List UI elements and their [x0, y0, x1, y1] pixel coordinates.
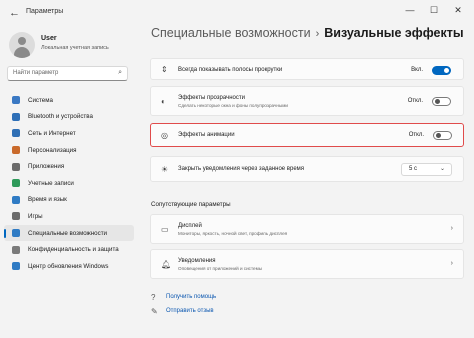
- related-settings-heading: Сопутствующие параметры: [151, 201, 231, 208]
- sidebar-item-label: Сеть и Интернет: [28, 129, 76, 137]
- shield-icon: [12, 245, 20, 254]
- related-notifications-subtitle: Оповещения от приложений и системы: [178, 266, 263, 271]
- setting-transparency-subtitle: Сделать некоторые окна и фоны полупрозра…: [178, 103, 288, 108]
- bell-icon: 🔔︎: [161, 260, 172, 269]
- setting-notifications-timeout: ☀ Закрыть уведомления через заданное вре…: [150, 156, 464, 182]
- accessibility-icon: [12, 229, 20, 238]
- sidebar-item-label: Приложения: [28, 163, 65, 171]
- sidebar-item[interactable]: Конфиденциальность и защита: [4, 241, 134, 258]
- monitor-icon: [12, 96, 20, 105]
- setting-animation-title: Эффекты анимации: [178, 132, 235, 138]
- scrollbar-icon: ⇕: [161, 65, 168, 74]
- setting-notifications-timeout-title: Закрыть уведомления через заданное время: [178, 166, 305, 172]
- avatar-head-shape: [18, 37, 26, 45]
- help-link-row[interactable]: ? Получить помощь: [151, 292, 216, 302]
- setting-animation: ◎ Эффекты анимации Откл.: [150, 123, 464, 147]
- breadcrumb-separator: ›: [315, 28, 320, 40]
- brush-icon: [12, 146, 20, 155]
- sidebar-item[interactable]: Время и язык: [4, 192, 134, 209]
- notifications-timeout-select[interactable]: 5 с ⌄: [401, 163, 452, 176]
- scrollbars-toggle[interactable]: [432, 66, 451, 75]
- animation-icon: ◎: [161, 131, 168, 140]
- sidebar-item-label: Система: [28, 96, 53, 104]
- gamepad-icon: [12, 212, 20, 221]
- apps-icon: [12, 162, 20, 171]
- close-button[interactable]: ✕: [448, 5, 468, 16]
- back-arrow-icon[interactable]: ←: [9, 7, 20, 19]
- sidebar-item[interactable]: Приложения: [4, 158, 134, 175]
- animation-toggle[interactable]: [433, 131, 452, 140]
- search-icon[interactable]: ⌕: [118, 69, 122, 77]
- sidebar: User Локальная учетная запись Найти пара…: [0, 26, 138, 338]
- sidebar-item-label: Время и язык: [28, 196, 67, 204]
- chevron-right-icon: ›: [450, 225, 453, 232]
- person-icon: [12, 179, 20, 188]
- sidebar-item[interactable]: Центр обновления Windows: [4, 258, 134, 275]
- setting-transparency-state: Откл.: [407, 98, 423, 104]
- help-icon: ?: [151, 292, 156, 302]
- update-icon: [12, 262, 20, 271]
- search-placeholder: Найти параметр: [13, 70, 59, 76]
- sidebar-item[interactable]: Bluetooth и устройства: [4, 109, 134, 126]
- sidebar-item-label: Учетные записи: [28, 179, 74, 187]
- avatar-body-shape: [14, 47, 30, 58]
- setting-transparency: ◐ Эффекты прозрачности Сделать некоторые…: [150, 86, 464, 116]
- notifications-timeout-value: 5 с: [409, 166, 418, 172]
- breadcrumb-parent[interactable]: Специальные возможности: [151, 26, 311, 40]
- sidebar-item-label: Специальные возможности: [28, 229, 107, 237]
- setting-scrollbars-title: Всегда показывать полосы прокрутки: [178, 67, 283, 73]
- sidebar-item-label: Bluetooth и устройства: [28, 113, 93, 121]
- minimize-button[interactable]: —: [400, 5, 420, 15]
- sidebar-item[interactable]: Система: [4, 92, 134, 109]
- transparency-icon: ◐: [161, 97, 166, 106]
- page-title: Визуальные эффекты: [324, 26, 464, 40]
- chevron-right-icon: ›: [450, 260, 453, 267]
- display-icon: ▭: [161, 225, 169, 234]
- maximize-button[interactable]: ☐: [424, 5, 444, 16]
- transparency-toggle[interactable]: [432, 97, 451, 106]
- feedback-link-row[interactable]: ✎ Отправить отзыв: [151, 306, 214, 316]
- related-display-title: Дисплей: [178, 223, 202, 229]
- related-notifications[interactable]: 🔔︎ Уведомления Оповещения от приложений …: [150, 249, 464, 279]
- sidebar-item[interactable]: Специальные возможности: [4, 224, 134, 242]
- window-title: Параметры: [26, 8, 64, 15]
- sidebar-item-label: Конфиденциальность и защита: [28, 246, 119, 254]
- sidebar-item[interactable]: Персонализация: [4, 142, 134, 159]
- setting-transparency-title: Эффекты прозрачности: [178, 95, 245, 101]
- setting-scrollbars-state: Вкл.: [411, 67, 423, 73]
- search-input[interactable]: Найти параметр ⌕: [7, 66, 128, 81]
- setting-scrollbars: ⇕ Всегда показывать полосы прокрутки Вкл…: [150, 58, 464, 80]
- sidebar-nav: Система Bluetooth и устройства Сеть и Инте…: [4, 92, 134, 275]
- avatar[interactable]: [9, 32, 35, 58]
- setting-animation-state: Откл.: [408, 132, 424, 138]
- sidebar-item[interactable]: Игры: [4, 208, 134, 225]
- sidebar-item-label: Персонализация: [28, 146, 77, 154]
- user-name: User: [41, 35, 57, 42]
- breadcrumb: Специальные возможности › Визуальные эффек…: [151, 26, 464, 40]
- title-bar: ← Параметры — ☐ ✕: [0, 0, 474, 26]
- sidebar-item[interactable]: Сеть и Интернет: [4, 125, 134, 142]
- help-link[interactable]: Получить помощь: [166, 294, 216, 300]
- related-display[interactable]: ▭ Дисплей Мониторы, яркость, ночной свет…: [150, 214, 464, 244]
- globe-icon: [12, 195, 20, 204]
- related-display-subtitle: Мониторы, яркость, ночной свет, профиль …: [178, 231, 288, 236]
- wifi-icon: [12, 129, 20, 138]
- sidebar-item-label: Игры: [28, 212, 43, 220]
- feedback-link[interactable]: Отправить отзыв: [166, 308, 214, 314]
- feedback-icon: ✎: [151, 306, 158, 316]
- sun-icon: ☀: [161, 165, 169, 174]
- sidebar-item-label: Центр обновления Windows: [28, 262, 109, 270]
- sidebar-item[interactable]: Учетные записи: [4, 175, 134, 192]
- user-account-type: Локальная учетная запись: [41, 45, 109, 51]
- related-notifications-title: Уведомления: [178, 258, 216, 264]
- chevron-down-icon: ⌄: [439, 166, 445, 172]
- bluetooth-icon: [12, 112, 20, 121]
